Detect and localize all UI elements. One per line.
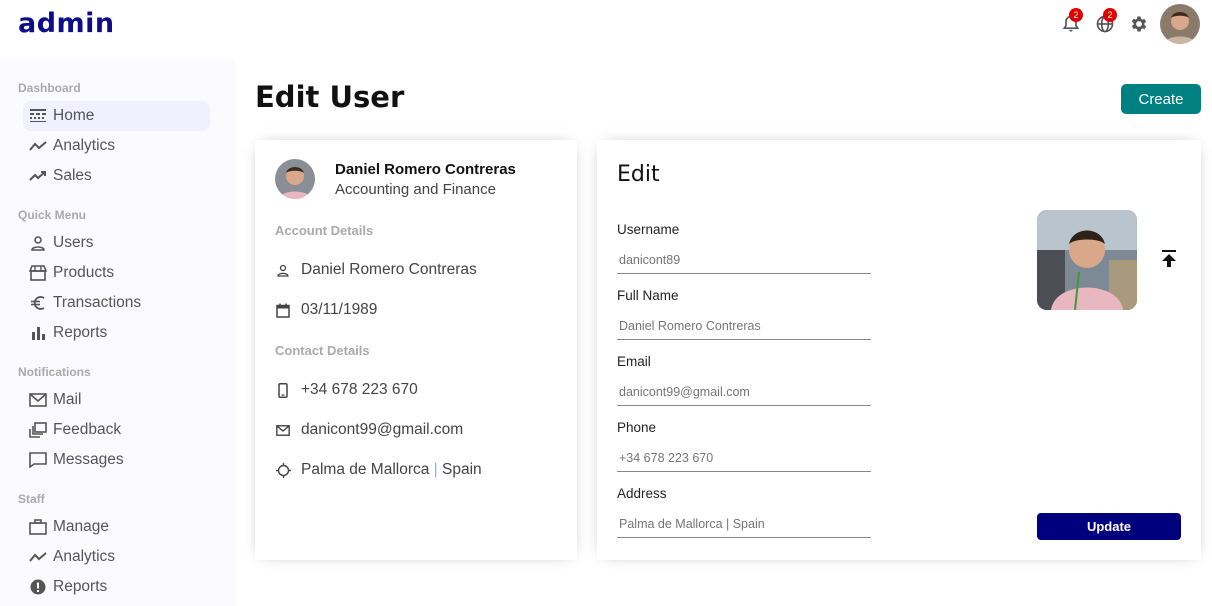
info-separator: | <box>433 461 438 478</box>
mail-outline-icon <box>275 422 291 438</box>
dynamic-feed-icon <box>29 421 47 439</box>
gear-icon <box>1131 16 1147 32</box>
info-username-text: Daniel Romero Contreras <box>301 261 477 278</box>
sidebar-title-notifications: Notifications <box>18 365 91 379</box>
calendar-icon <box>275 302 291 318</box>
user-photo <box>1037 210 1137 310</box>
full-name-label: Full Name <box>617 288 679 303</box>
line-style-icon <box>29 107 47 125</box>
info-city-text: Palma de Mallorca <box>301 461 430 478</box>
sidebar-item-analytics[interactable]: Analytics <box>23 131 210 161</box>
sidebar-item-feedback[interactable]: Feedback <box>23 415 210 445</box>
info-birthday-text: 03/11/1989 <box>301 301 378 318</box>
sidebar-item-mail[interactable]: Mail <box>23 385 210 415</box>
address-input[interactable] <box>617 510 871 538</box>
email-input[interactable] <box>617 378 871 406</box>
logo[interactable]: admin <box>18 8 115 39</box>
upload-icon[interactable] <box>1159 247 1179 271</box>
location-searching-icon <box>275 462 291 478</box>
email-label: Email <box>617 354 651 369</box>
sidebar-item-label: Home <box>53 107 95 124</box>
timeline-icon <box>29 548 47 566</box>
storefront-icon <box>29 264 47 282</box>
sidebar-item-messages[interactable]: Messages <box>23 445 210 475</box>
info-country-text: Spain <box>442 461 482 478</box>
address-label: Address <box>617 486 667 501</box>
sidebar-item-label: Reports <box>53 324 108 341</box>
info-phone-text: +34 678 223 670 <box>301 381 418 398</box>
sidebar-item-transactions[interactable]: Transactions <box>23 288 210 318</box>
sidebar-item-label: Transactions <box>53 294 142 311</box>
sidebar-item-label: Sales <box>53 167 92 184</box>
user-show-card: Daniel Romero Contreras Accounting and F… <box>255 140 577 560</box>
top-bar: admin 2 2 <box>0 0 1212 54</box>
sidebar-item-products[interactable]: Products <box>23 258 210 288</box>
work-outline-icon <box>29 518 47 536</box>
top-icons: 2 2 <box>1054 4 1200 44</box>
info-email-text: danicont99@gmail.com <box>301 421 464 438</box>
user-name: Daniel Romero Contreras <box>335 161 516 178</box>
person-outline-icon <box>29 234 47 252</box>
language-badge: 2 <box>1103 8 1117 22</box>
username-label: Username <box>617 222 680 237</box>
info-birthday: 03/11/1989 <box>275 301 377 319</box>
trending-up-icon <box>29 167 47 185</box>
sidebar: Dashboard Home Analytics Sales Quick Men… <box>0 58 235 606</box>
sidebar-item-sales[interactable]: Sales <box>23 161 210 191</box>
update-button[interactable]: Update <box>1037 513 1181 540</box>
sidebar-item-label: Reports <box>53 578 108 595</box>
sidebar-item-label: Products <box>53 264 115 281</box>
sidebar-item-label: Messages <box>53 451 124 468</box>
username-input[interactable] <box>617 246 871 274</box>
notifications-badge: 2 <box>1069 8 1083 22</box>
sidebar-title-quick-menu: Quick Menu <box>18 208 87 222</box>
info-email: danicont99@gmail.com <box>275 421 463 439</box>
phone-label: Phone <box>617 420 657 435</box>
timeline-icon <box>29 137 47 155</box>
user-avatar[interactable] <box>1160 4 1200 44</box>
chat-bubble-icon <box>29 451 47 469</box>
person-outline-icon <box>275 262 291 278</box>
user-avatar <box>275 159 315 199</box>
sidebar-item-reports[interactable]: Reports <box>23 318 210 348</box>
language-button[interactable]: 2 <box>1088 6 1122 42</box>
contact-details-title: Contact Details <box>275 343 370 358</box>
sidebar-item-label: Analytics <box>53 548 116 565</box>
full-name-input[interactable] <box>617 312 871 340</box>
user-edit-card: Edit Username Full Name Email Phone Addr… <box>597 140 1201 560</box>
bar-chart-icon <box>29 324 47 342</box>
sidebar-item-users[interactable]: Users <box>23 228 210 258</box>
sidebar-item-label: Manage <box>53 518 110 535</box>
notifications-button[interactable]: 2 <box>1054 6 1088 42</box>
user-job-title: Accounting and Finance <box>335 181 496 198</box>
sidebar-item-home[interactable]: Home <box>23 101 210 131</box>
page-title: Edit User <box>255 80 405 114</box>
phone-input[interactable] <box>617 444 871 472</box>
sidebar-title-dashboard: Dashboard <box>18 81 81 95</box>
phone-android-icon <box>275 382 291 398</box>
account-details-title: Account Details <box>275 223 374 238</box>
edit-title: Edit <box>617 162 660 187</box>
sidebar-item-label: Feedback <box>53 421 122 438</box>
euro-icon <box>29 294 47 312</box>
sidebar-item-manage[interactable]: Manage <box>23 512 210 542</box>
sidebar-title-staff: Staff <box>18 492 45 506</box>
info-username: Daniel Romero Contreras <box>275 261 477 279</box>
sidebar-item-staff-reports[interactable]: Reports <box>23 572 210 602</box>
sidebar-item-staff-analytics[interactable]: Analytics <box>23 542 210 572</box>
avatar-photo <box>1160 4 1200 44</box>
sidebar-item-label: Analytics <box>53 137 116 154</box>
settings-button[interactable] <box>1122 6 1156 42</box>
info-phone: +34 678 223 670 <box>275 381 418 399</box>
create-button[interactable]: Create <box>1121 84 1201 114</box>
report-icon <box>29 578 47 596</box>
mail-outline-icon <box>29 391 47 409</box>
sidebar-item-label: Users <box>53 234 94 251</box>
info-location: Palma de Mallorca | Spain <box>275 461 482 479</box>
sidebar-item-label: Mail <box>53 391 82 408</box>
